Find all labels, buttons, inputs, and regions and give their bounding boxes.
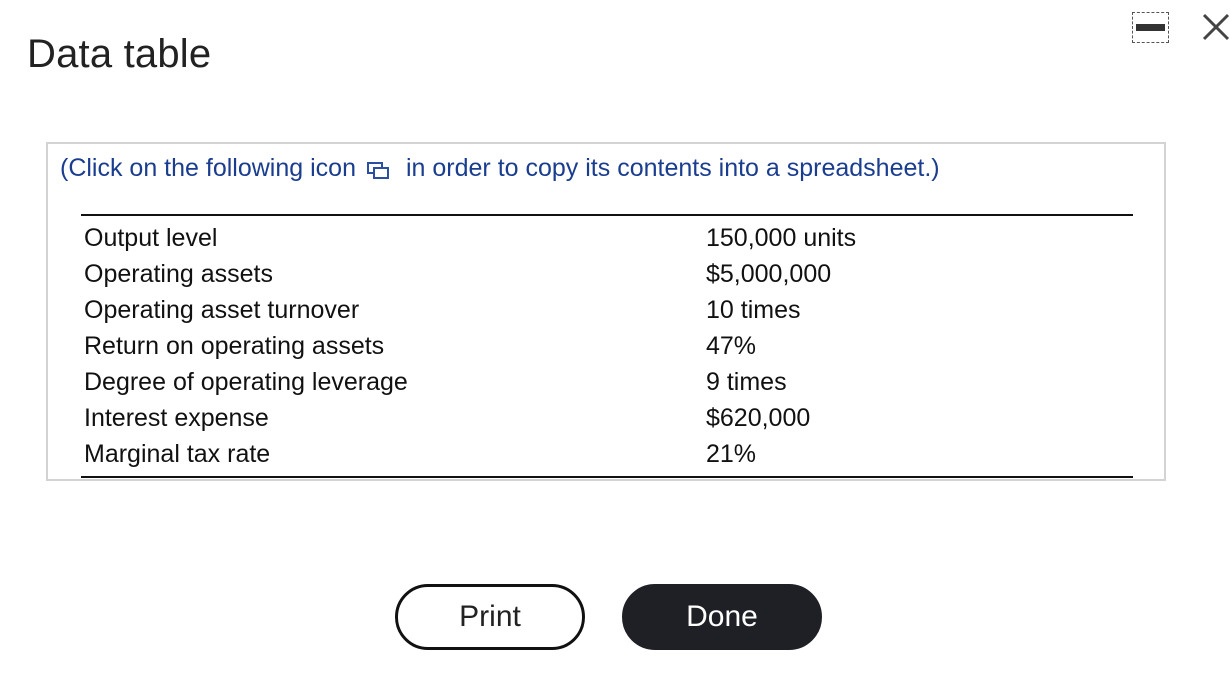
row-value: 150,000 units (706, 223, 857, 252)
row-label: Marginal tax rate (84, 439, 271, 468)
copy-spreadsheet-icon[interactable] (366, 159, 390, 179)
row-value: 9 times (706, 367, 787, 396)
table-row: Return on operating assets 47% (81, 328, 1133, 364)
row-value: $620,000 (706, 403, 811, 432)
row-value: 10 times (706, 295, 801, 324)
data-table: Output level 150,000 units Operating ass… (81, 214, 1133, 478)
row-value: $5,000,000 (706, 259, 832, 288)
table-row: Operating assets $5,000,000 (81, 256, 1133, 292)
data-table-dialog: Data table (Click on the following icon … (0, 0, 1230, 674)
copy-instruction: (Click on the following icon in order to… (60, 154, 940, 183)
table-row: Operating asset turnover 10 times (81, 292, 1133, 328)
minimize-icon (1136, 24, 1165, 31)
table-row: Output level 150,000 units (81, 220, 1133, 256)
data-panel: (Click on the following icon in order to… (46, 142, 1166, 481)
minimize-button[interactable] (1132, 12, 1169, 43)
row-value: 21% (706, 439, 757, 468)
row-label: Output level (84, 223, 218, 252)
instruction-text-after: in order to copy its contents into a spr… (405, 154, 940, 182)
table-row: Interest expense $620,000 (81, 400, 1133, 436)
row-label: Degree of operating leverage (84, 367, 408, 396)
row-value: 47% (706, 331, 757, 360)
instruction-text-before: (Click on the following icon (60, 154, 356, 182)
close-icon (1202, 13, 1230, 41)
row-label: Operating asset turnover (84, 295, 360, 324)
table-row: Degree of operating leverage 9 times (81, 364, 1133, 400)
row-label: Interest expense (84, 403, 269, 432)
dialog-title: Data table (27, 32, 212, 76)
table-row: Marginal tax rate 21% (81, 436, 1133, 472)
done-button[interactable]: Done (622, 584, 822, 650)
close-button[interactable] (1200, 10, 1230, 42)
row-label: Operating assets (84, 259, 273, 288)
row-label: Return on operating assets (84, 331, 385, 360)
print-button[interactable]: Print (395, 584, 585, 650)
